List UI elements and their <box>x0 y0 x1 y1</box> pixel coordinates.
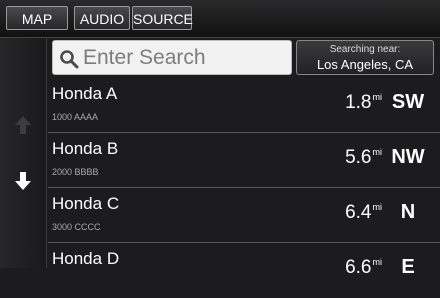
result-address: 3000 CCCC <box>52 222 101 232</box>
searching-near-button[interactable]: Searching near: Los Angeles, CA <box>296 40 434 75</box>
distance-unit: mi <box>372 147 383 157</box>
top-bar: MAP AUDIO SOURCE <box>0 0 440 38</box>
arrow-up-icon[interactable] <box>13 114 33 136</box>
result-direction: SW <box>391 91 425 113</box>
result-name: Honda D <box>52 249 120 268</box>
searching-near-location: Los Angeles, CA <box>316 57 414 72</box>
result-address: 2000 BBBB <box>52 167 99 177</box>
result-distance: 5.6mi <box>345 147 383 168</box>
result-address: 1000 AAAA <box>52 112 99 122</box>
result-row[interactable]: Honda B 2000 BBBB 5.6mi NW <box>48 133 440 188</box>
search-input[interactable]: Enter Search <box>52 40 292 75</box>
result-row[interactable]: Honda A 1000 AAAA 1.8mi SW <box>48 78 440 133</box>
result-name: Honda A <box>52 84 118 103</box>
distance-unit: mi <box>372 257 383 267</box>
tab-source[interactable]: SOURCE <box>132 6 193 30</box>
tab-audio[interactable]: AUDIO <box>74 6 130 30</box>
result-name: Honda B <box>52 139 119 158</box>
result-distance: 6.4mi <box>345 202 383 223</box>
arrow-down-icon[interactable] <box>13 170 33 192</box>
searching-near-label: Searching near: <box>329 44 401 55</box>
search-placeholder: Enter Search <box>83 46 206 69</box>
result-direction: NW <box>391 146 425 168</box>
result-row[interactable]: Honda D 6.6mi E <box>48 243 440 298</box>
result-name: Honda C <box>52 194 120 213</box>
search-icon <box>59 49 79 69</box>
result-distance: 1.8mi <box>345 92 383 113</box>
result-direction: N <box>400 201 416 223</box>
result-distance: 6.6mi <box>345 257 383 278</box>
distance-unit: mi <box>372 202 383 212</box>
distance-unit: mi <box>372 92 383 102</box>
result-row[interactable]: Honda C 3000 CCCC 6.4mi N <box>48 188 440 243</box>
tab-map[interactable]: MAP <box>6 6 68 30</box>
scroll-sidebar <box>0 38 47 268</box>
